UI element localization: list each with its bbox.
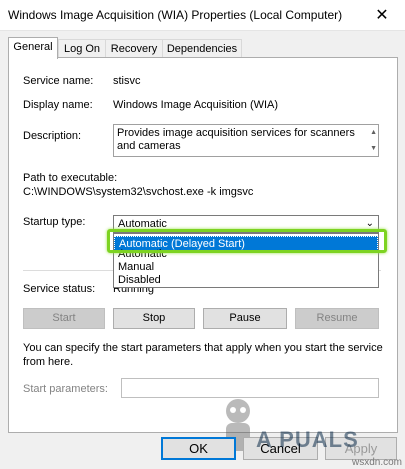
- close-icon[interactable]: ✕: [359, 0, 405, 30]
- highlight-callout: [107, 229, 387, 253]
- description-box[interactable]: Provides image acquisition services for …: [113, 124, 379, 157]
- window-title: Windows Image Acquisition (WIA) Properti…: [8, 8, 343, 22]
- display-name-label: Display name:: [23, 99, 93, 111]
- pause-button[interactable]: Pause: [203, 308, 287, 329]
- stop-button[interactable]: Stop: [113, 308, 195, 329]
- hint-text: You can specify the start parameters tha…: [23, 342, 383, 368]
- watermark: wsxdn.com: [351, 457, 402, 468]
- general-panel: Service name: stisvc Display name: Windo…: [8, 57, 398, 433]
- appuals-logo: A PUALS: [256, 427, 359, 452]
- path-value: C:\WINDOWS\system32\svchost.exe -k imgsv…: [23, 186, 254, 198]
- tab-log-on[interactable]: Log On: [58, 39, 106, 58]
- title-bar: Windows Image Acquisition (WIA) Properti…: [0, 0, 405, 31]
- description-text: Provides image acquisition services for …: [117, 127, 355, 152]
- ok-button[interactable]: OK: [161, 437, 236, 460]
- option-manual[interactable]: Manual: [114, 261, 378, 274]
- start-button[interactable]: Start: [23, 308, 105, 329]
- tab-dependencies[interactable]: Dependencies: [162, 39, 242, 58]
- tab-general[interactable]: General: [8, 37, 58, 59]
- start-params-label: Start parameters:: [23, 383, 108, 395]
- path-label: Path to executable:: [23, 172, 118, 184]
- scroll-up-icon[interactable]: ▲: [370, 126, 377, 139]
- service-name-label: Service name:: [23, 75, 94, 87]
- display-name-value: Windows Image Acquisition (WIA): [113, 99, 279, 111]
- scroll-down-icon[interactable]: ▼: [370, 142, 377, 155]
- resume-button[interactable]: Resume: [295, 308, 379, 329]
- description-label: Description:: [23, 130, 82, 142]
- startup-type-label: Startup type:: [23, 216, 86, 228]
- service-status-label: Service status:: [23, 283, 96, 295]
- service-name-value: stisvc: [113, 75, 141, 87]
- tab-recovery[interactable]: Recovery: [105, 39, 163, 58]
- option-disabled[interactable]: Disabled: [114, 274, 378, 287]
